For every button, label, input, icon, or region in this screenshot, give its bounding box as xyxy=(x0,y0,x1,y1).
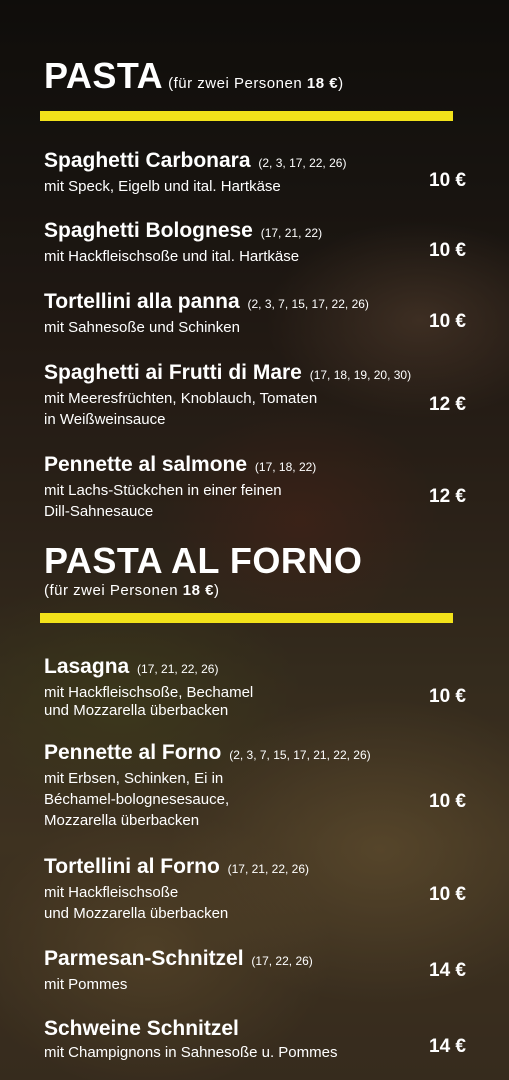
menu-item: Schweine Schnitzel mit Champignons in Sa… xyxy=(44,1017,466,1061)
section-divider xyxy=(40,111,453,121)
item-price: 10 € xyxy=(429,791,466,812)
item-price: 10 € xyxy=(429,170,466,191)
item-price: 12 € xyxy=(429,486,466,507)
menu-item: Lasagna (17, 21, 22, 26) mit Hackfleisch… xyxy=(44,655,466,719)
menu-item: Parmesan-Schnitzel (17, 22, 26) mit Pomm… xyxy=(44,947,466,993)
menu-item: Pennette al Forno (2, 3, 7, 15, 17, 21, … xyxy=(44,741,466,829)
section-note: (für zwei Personen 18 €) xyxy=(44,582,220,599)
section-title-pasta: PASTA (für zwei Personen 18 €) xyxy=(44,55,344,96)
item-price: 10 € xyxy=(429,686,466,707)
menu-item: Spaghetti ai Frutti di Mare (17, 18, 19,… xyxy=(44,361,466,428)
item-price: 10 € xyxy=(429,240,466,261)
section-title-pasta-al-forno: PASTA AL FORNO (für zwei Personen 18 €) xyxy=(44,540,363,599)
item-price: 10 € xyxy=(429,884,466,905)
item-price: 12 € xyxy=(429,394,466,415)
section-divider xyxy=(40,613,453,623)
menu-item: Tortellini al Forno (17, 21, 22, 26) mit… xyxy=(44,855,466,922)
menu-item: Pennette al salmone (17, 18, 22) mit Lac… xyxy=(44,453,466,520)
item-price: 14 € xyxy=(429,960,466,981)
menu-item: Spaghetti Carbonara (2, 3, 17, 22, 26) m… xyxy=(44,149,466,195)
section-note: (für zwei Personen 18 €) xyxy=(168,75,344,92)
item-price: 10 € xyxy=(429,311,466,332)
menu-item: Spaghetti Bolognese (17, 21, 22) mit Hac… xyxy=(44,219,466,265)
menu-item: Tortellini alla panna (2, 3, 7, 15, 17, … xyxy=(44,290,466,336)
menu-page: PASTA (für zwei Personen 18 €) Spaghetti… xyxy=(0,0,509,1080)
item-price: 14 € xyxy=(429,1036,466,1057)
